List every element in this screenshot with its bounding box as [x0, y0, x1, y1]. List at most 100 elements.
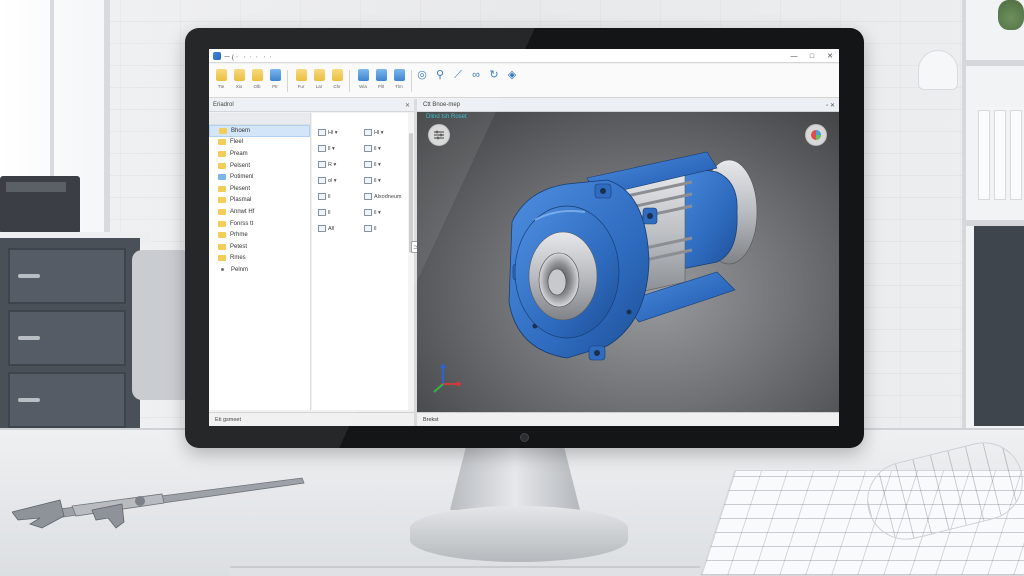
- property-row[interactable]: Hl ▾: [318, 129, 337, 136]
- folder-icon: [218, 255, 226, 262]
- folder-icon: [219, 127, 227, 134]
- paste-icon: [331, 69, 343, 81]
- toolbar-label: Lar: [315, 84, 323, 89]
- toolbar-label: Chr: [333, 84, 341, 89]
- bookshelf: [962, 0, 1024, 430]
- title-bar: ㅡ (ㆍ ㆍㆍㆍ ㆍㆍ — □ ✕: [209, 49, 839, 63]
- property-row[interactable]: ll: [318, 209, 330, 216]
- view-button[interactable]: ◈: [503, 67, 521, 95]
- rotate-button[interactable]: ↻: [485, 67, 503, 95]
- axis-triad-icon: [433, 363, 462, 393]
- property-row[interactable]: ll ▾: [364, 161, 381, 168]
- toolbar-button[interactable]: Plrl: [372, 67, 390, 95]
- viewport-controls[interactable]: ▫ ✕: [826, 102, 835, 109]
- toolbar-button[interactable]: Tlm: [390, 67, 408, 95]
- 3d-viewport[interactable]: Dlind tsh Roset: [417, 112, 839, 412]
- property-icon: [318, 177, 326, 184]
- globe-icon: ◎: [417, 69, 427, 81]
- toolbar-button[interactable]: Fur: [292, 67, 310, 95]
- toolbar-button[interactable]: Tte: [212, 67, 230, 95]
- property-row[interactable]: ll ▾: [364, 209, 381, 216]
- property-icon: [364, 193, 372, 200]
- property-icon: [318, 145, 326, 152]
- measure-button[interactable]: ⟋: [449, 67, 467, 95]
- property-icon: [364, 145, 372, 152]
- toolbar-label: Tte: [217, 84, 225, 89]
- property-icon: [318, 225, 326, 232]
- webcam-icon: [520, 433, 529, 442]
- toolbar-label: Fur: [297, 84, 305, 89]
- shaft: [547, 268, 567, 296]
- tree-item[interactable]: Pelnm: [209, 264, 310, 276]
- property-icon: [364, 209, 372, 216]
- minimize-button[interactable]: —: [785, 49, 803, 63]
- property-row[interactable]: Alxodneum: [364, 193, 402, 200]
- tree-item[interactable]: Petest: [209, 241, 310, 253]
- folder-open-icon: [215, 69, 227, 81]
- link-button[interactable]: ∞: [467, 67, 485, 95]
- folder-icon: [218, 162, 226, 169]
- close-button[interactable]: ✕: [821, 49, 839, 63]
- tree-header: [209, 113, 310, 125]
- viewport-tab-header: Ctt Bnoe-mep ▫ ✕: [417, 99, 839, 112]
- folder-icon: [218, 150, 226, 157]
- tree-item[interactable]: Plesent: [209, 183, 310, 195]
- toolbar-button[interactable]: Olb: [248, 67, 266, 95]
- zoom-icon: ⚲: [435, 69, 445, 81]
- viewport-status-text: Brekst: [423, 416, 439, 423]
- property-value: Alxodneum: [374, 193, 402, 200]
- tree-item[interactable]: Rmes: [209, 253, 310, 265]
- tree-item[interactable]: Prhme: [209, 229, 310, 241]
- toolbar-button[interactable]: Ptr: [266, 67, 284, 95]
- property-icon: [318, 161, 326, 168]
- toolbar-separator: [349, 70, 350, 92]
- property-row[interactable]: All: [318, 225, 334, 232]
- maximize-button[interactable]: □: [803, 49, 821, 63]
- property-row[interactable]: ol ▾: [318, 177, 337, 184]
- zoom-button[interactable]: ⚲: [431, 67, 449, 95]
- tree-item[interactable]: Pream: [209, 148, 310, 160]
- property-row[interactable]: ll: [318, 193, 330, 200]
- tree-item-label: Annwt Hf: [230, 208, 255, 215]
- tree-item[interactable]: Fleel: [209, 137, 310, 149]
- feature-tree: Bhoem Fleel Pream Pelsent Potimenl Plese…: [209, 113, 311, 410]
- viewport-tab-title[interactable]: Ctt Bnoe-mep: [423, 102, 460, 108]
- scrollbar-thumb[interactable]: [409, 133, 413, 253]
- rotate-icon: ↻: [489, 69, 499, 81]
- toolbar-button[interactable]: Xio: [230, 67, 248, 95]
- property-row[interactable]: ll ▾: [364, 145, 381, 152]
- property-row[interactable]: R ▾: [318, 161, 336, 168]
- toolbar-button[interactable]: Wia: [354, 67, 372, 95]
- property-row[interactable]: ll ▾: [318, 145, 335, 152]
- close-panel-icon[interactable]: ✕: [405, 102, 410, 109]
- cabinet-drawer: [8, 310, 126, 366]
- property-icon: [364, 129, 372, 136]
- toolbar-button[interactable]: Lar: [310, 67, 328, 95]
- property-panel: Hl ▾ Hl ▾ ll ▾ ll ▾ R ▾ ll ▾ ol ▾ ll ▾ l…: [312, 113, 408, 410]
- globe-button[interactable]: ◎: [413, 67, 431, 95]
- keyboard: [230, 566, 700, 576]
- cabinet-drawer: [8, 248, 126, 304]
- viewport-status-bar: Brekst: [417, 412, 839, 426]
- property-row[interactable]: ll ▾: [364, 177, 381, 184]
- gearbox-model[interactable]: [417, 112, 839, 412]
- toolbar-button[interactable]: Chr: [328, 67, 346, 95]
- property-icon: [364, 225, 372, 232]
- property-value: ll ▾: [374, 177, 381, 184]
- storage-box: [974, 226, 1024, 426]
- folder-icon: [233, 69, 245, 81]
- tree-item[interactable]: Pelsent: [209, 160, 310, 172]
- folder-icon: [251, 69, 263, 81]
- tree-item[interactable]: Fonrss tt: [209, 218, 310, 230]
- caliper: [12, 477, 305, 529]
- tree-item[interactable]: Potimenl: [209, 171, 310, 183]
- property-value: ll: [328, 209, 331, 216]
- toolbar-label: Wia: [359, 84, 367, 89]
- tree-item[interactable]: Bhoem: [209, 125, 310, 137]
- part-icon: [218, 174, 226, 181]
- tree-item-label: Petest: [230, 243, 248, 250]
- tree-item[interactable]: Annwt Hf: [209, 206, 310, 218]
- tree-item[interactable]: Plasmal: [209, 195, 310, 207]
- property-row[interactable]: ll: [364, 225, 376, 232]
- property-row[interactable]: Hl ▾: [364, 129, 383, 136]
